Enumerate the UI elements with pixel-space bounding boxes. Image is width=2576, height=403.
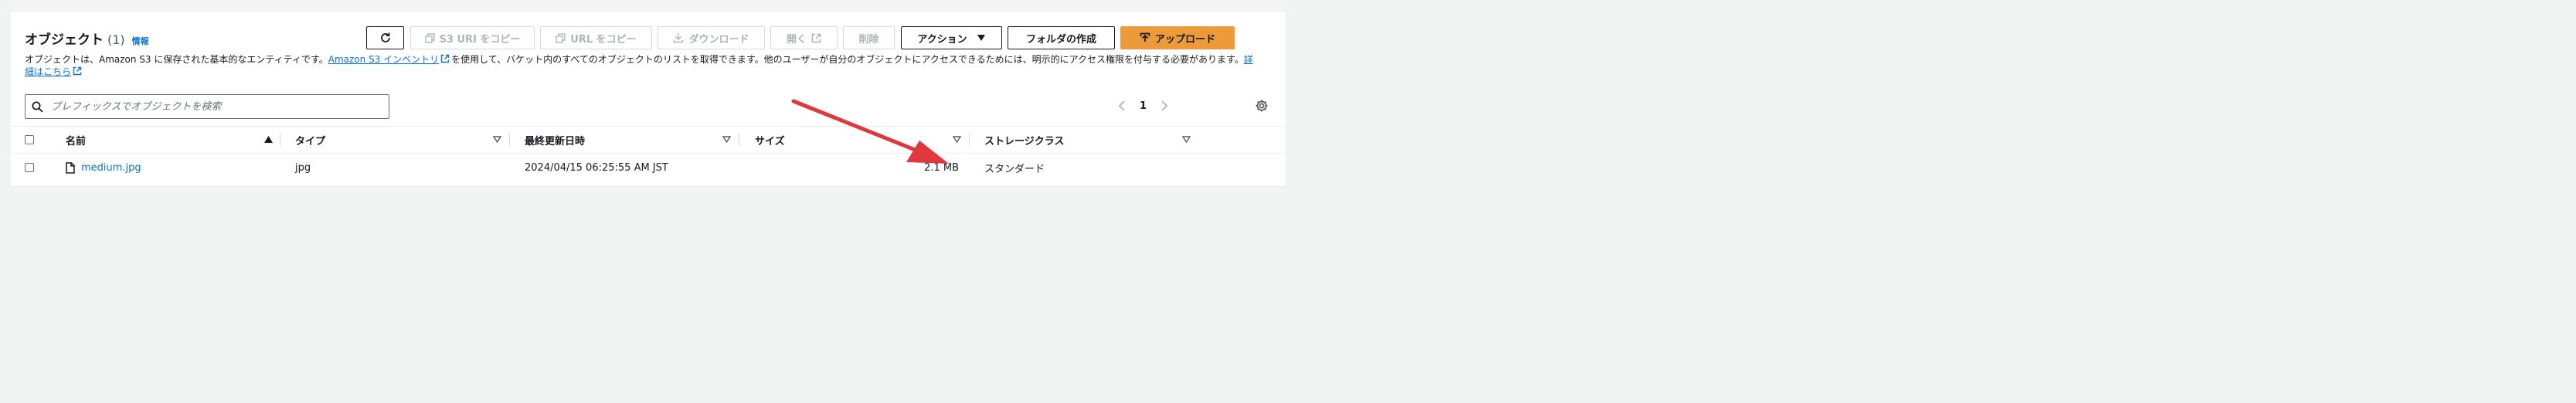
download-label: ダウンロード xyxy=(688,33,749,46)
download-button[interactable]: ダウンロード xyxy=(658,26,765,49)
chevron-right-icon[interactable] xyxy=(1161,100,1168,112)
description-text: オブジェクトは、Amazon S3 に保存された基本的なエンティティです。Ama… xyxy=(25,53,1261,78)
download-icon xyxy=(674,33,684,43)
copy-url-label: URL をコピー xyxy=(570,33,637,46)
preferences-button[interactable] xyxy=(1255,99,1269,116)
sort-icon[interactable] xyxy=(722,136,731,143)
column-divider xyxy=(509,134,510,146)
copy-icon xyxy=(556,32,566,43)
row-checkbox[interactable] xyxy=(25,163,34,172)
sort-icon[interactable] xyxy=(493,136,501,143)
sort-icon[interactable] xyxy=(953,136,961,143)
column-divider xyxy=(969,134,970,146)
gear-icon xyxy=(1256,100,1268,112)
actions-label: アクション xyxy=(917,33,967,46)
create-folder-button[interactable]: フォルダの作成 xyxy=(1008,26,1115,49)
external-link-icon xyxy=(811,33,821,42)
chevron-left-icon[interactable] xyxy=(1118,100,1126,112)
delete-button[interactable]: 削除 xyxy=(843,26,895,49)
table-header: 名前 タイプ 最終更新日時 サイズ ストレージクラス xyxy=(10,126,1286,154)
row-select-cell xyxy=(25,154,34,181)
sort-icon[interactable] xyxy=(1182,136,1191,143)
copy-url-button[interactable]: URL をコピー xyxy=(540,26,652,49)
sort-ascending-icon[interactable] xyxy=(264,136,273,143)
search-input[interactable] xyxy=(49,100,377,113)
last-modified-cell: 2024/04/15 06:25:55 AM JST xyxy=(525,161,668,174)
actions-button[interactable]: アクション xyxy=(901,26,1002,49)
object-count: (1) xyxy=(107,32,125,47)
storage-class-cell: スタンダード xyxy=(984,163,1045,175)
refresh-icon xyxy=(380,32,390,42)
objects-panel: オブジェクト (1) 情報 S3 URI をコピー URL をコピー ダウンロー… xyxy=(9,11,1286,187)
upload-label: アップロード xyxy=(1154,33,1215,46)
upload-icon xyxy=(1140,32,1150,42)
file-icon xyxy=(66,161,75,174)
column-header-type[interactable]: タイプ xyxy=(295,127,325,153)
name-cell: medium.jpg xyxy=(66,154,141,181)
select-all-cell xyxy=(25,127,34,153)
page-number[interactable]: 1 xyxy=(1140,100,1147,112)
caret-down-icon xyxy=(977,35,985,41)
search-field[interactable] xyxy=(25,94,389,119)
search-icon xyxy=(32,101,43,113)
external-link-icon xyxy=(440,54,450,63)
refresh-button[interactable] xyxy=(366,26,404,49)
column-header-size[interactable]: サイズ xyxy=(755,127,785,153)
type-cell: jpg xyxy=(295,161,311,174)
page-title: オブジェクト xyxy=(25,32,104,48)
open-button[interactable]: 開く xyxy=(770,26,838,49)
panel-header: オブジェクト (1) 情報 xyxy=(25,29,149,48)
inventory-link[interactable]: Amazon S3 インベントリ xyxy=(328,54,439,65)
column-header-storage-class[interactable]: ストレージクラス xyxy=(984,127,1064,153)
upload-button[interactable]: アップロード xyxy=(1120,26,1235,49)
description-part1: オブジェクトは、Amazon S3 に保存された基本的なエンティティです。 xyxy=(25,54,328,65)
table-row: medium.jpg jpg 2024/04/15 06:25:55 AM JS… xyxy=(10,154,1286,181)
column-header-name[interactable]: 名前 xyxy=(66,127,86,153)
external-link-icon xyxy=(73,66,82,76)
open-label: 開く xyxy=(786,33,807,46)
create-folder-label: フォルダの作成 xyxy=(1025,33,1096,46)
copy-s3-uri-label: S3 URI をコピー xyxy=(439,33,521,46)
pagination: 1 xyxy=(1118,100,1168,112)
select-all-checkbox[interactable] xyxy=(25,135,34,144)
size-cell: 2.1 MB xyxy=(924,161,959,174)
copy-icon xyxy=(424,32,435,43)
description-part2: を使用して、バケット内のすべてのオブジェクトのリストを取得できます。他のユーザー… xyxy=(451,54,1244,65)
info-link[interactable]: 情報 xyxy=(132,35,149,47)
column-header-last-modified[interactable]: 最終更新日時 xyxy=(525,127,585,153)
delete-label: 削除 xyxy=(858,33,879,46)
object-name-link[interactable]: medium.jpg xyxy=(81,162,141,174)
copy-s3-uri-button[interactable]: S3 URI をコピー xyxy=(410,26,535,49)
